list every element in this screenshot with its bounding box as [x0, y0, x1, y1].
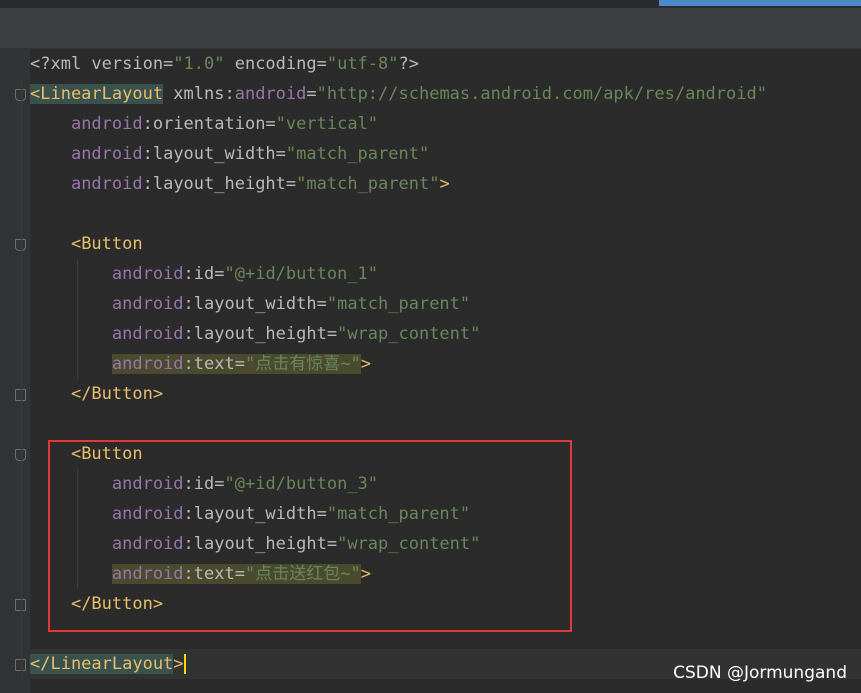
code-token: "utf-8": [326, 54, 399, 74]
code-line[interactable]: android:text="点击有惊喜~">: [30, 349, 371, 379]
code-line[interactable]: android:orientation="vertical": [30, 109, 378, 139]
code-token: </LinearLayout: [30, 654, 174, 674]
highlight-annotation-box: [48, 440, 572, 632]
code-token: <Button: [70, 234, 143, 254]
code-token: "match_parent": [285, 144, 430, 164]
code-token: :id=: [183, 264, 225, 284]
code-token: >: [173, 654, 184, 674]
code-token: "点击有惊喜~": [244, 354, 361, 374]
code-token: android: [111, 264, 184, 284]
code-line[interactable]: <LinearLayout xmlns:android="http://sche…: [30, 79, 767, 109]
code-token: ?>: [398, 54, 419, 74]
code-token: =: [306, 84, 317, 104]
code-token: :orientation=: [142, 114, 276, 134]
code-token: "match_parent": [296, 174, 440, 194]
code-token: "vertical": [275, 114, 379, 134]
code-token: "@+id/button_1": [224, 264, 379, 284]
code-line[interactable]: </LinearLayout>: [30, 649, 186, 679]
code-token: <LinearLayout: [30, 84, 164, 104]
code-token: android: [111, 324, 184, 344]
code-token: :layout_height=: [183, 324, 338, 344]
code-line[interactable]: android:layout_width="match_parent": [30, 139, 429, 169]
editor-tab-bar[interactable]: [0, 8, 861, 49]
code-token: :layout_width=: [142, 144, 286, 164]
code-line[interactable]: android:layout_height="match_parent">: [30, 169, 450, 199]
code-line[interactable]: android:layout_height="wrap_content": [30, 319, 480, 349]
code-token: "1.0": [173, 54, 225, 74]
watermark: CSDN @Jormungand: [673, 663, 847, 683]
code-token: android: [70, 144, 143, 164]
text-caret: [183, 654, 186, 674]
active-tab-indicator: [659, 0, 861, 6]
code-token: android: [70, 114, 143, 134]
editor-gutter: [0, 49, 30, 693]
code-token: encoding=: [224, 54, 327, 74]
code-editor[interactable]: <?xml version="1.0" encoding="utf-8"?> <L…: [0, 49, 861, 693]
code-token: <?xml version=: [30, 54, 174, 74]
code-token: >: [439, 174, 450, 194]
code-token: "wrap_content": [337, 324, 481, 344]
code-token: android: [111, 354, 184, 374]
code-line[interactable]: </Button>: [30, 379, 163, 409]
code-token: :text=: [183, 354, 245, 374]
code-line[interactable]: android:layout_width="match_parent": [30, 289, 470, 319]
code-token: :layout_width=: [183, 294, 327, 314]
indent-guide: [77, 259, 78, 379]
code-token: android: [70, 174, 143, 194]
code-line[interactable]: <Button: [30, 229, 143, 259]
code-line[interactable]: android:id="@+id/button_1": [30, 259, 378, 289]
code-token: android: [234, 84, 307, 104]
indent-guide: [21, 79, 22, 679]
code-token: "http://schemas.android.com/apk/res/andr…: [316, 84, 767, 104]
code-token: xmlns:: [163, 84, 235, 104]
code-line[interactable]: <?xml version="1.0" encoding="utf-8"?>: [30, 49, 419, 79]
code-token: :layout_height=: [142, 174, 297, 194]
code-token: >: [360, 354, 371, 374]
code-token: "match_parent": [326, 294, 471, 314]
code-token: android: [111, 294, 184, 314]
code-token: </Button>: [70, 384, 164, 404]
